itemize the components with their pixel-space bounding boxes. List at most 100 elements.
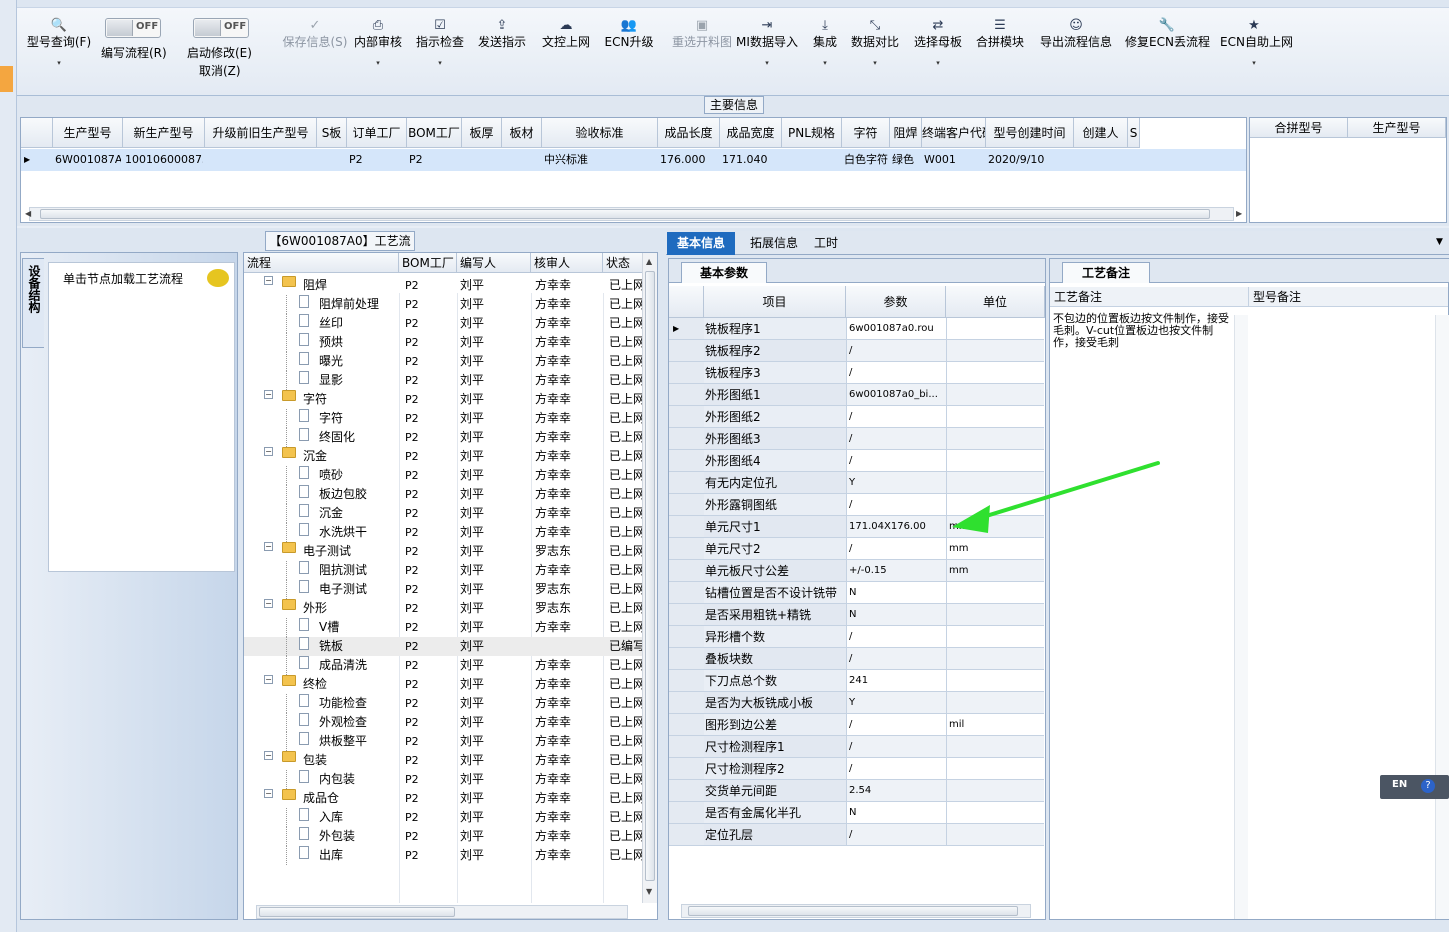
process-header[interactable]: BOM工厂 <box>399 253 457 273</box>
process-row[interactable]: − 字符 P2 刘平 方幸幸 已上网 <box>244 390 644 409</box>
process-row[interactable]: 沉金 P2 刘平 方幸幸 已上网 <box>244 504 644 523</box>
param-value[interactable]: / <box>846 736 946 758</box>
row-selector[interactable] <box>669 516 704 538</box>
main-info-header[interactable]: 生产型号 <box>53 118 123 148</box>
param-value[interactable]: / <box>846 406 946 428</box>
process-row[interactable]: 外包装 P2 刘平 方幸幸 已上网 <box>244 827 644 846</box>
param-row[interactable]: 是否为大板铣成小板 Y <box>669 692 1045 714</box>
process-notes-text[interactable]: 不包边的位置板边按文件制作，接受毛刺。V-cut位置板边也按文件制作，接受毛刺 <box>1053 313 1233 349</box>
process-row[interactable]: 烘板整平 P2 刘平 方幸幸 已上网 <box>244 732 644 751</box>
main-info-header[interactable]: BOM工厂 <box>407 118 462 148</box>
process-row[interactable]: 丝印 P2 刘平 方幸幸 已上网 <box>244 314 644 333</box>
row-selector[interactable] <box>669 538 704 560</box>
param-value[interactable]: / <box>846 824 946 846</box>
process-row[interactable]: 成品清洗 P2 刘平 方幸幸 已上网 <box>244 656 644 675</box>
process-row[interactable]: − 成品仓 P2 刘平 方幸幸 已上网 <box>244 789 644 808</box>
toolbar-button-0[interactable]: 🔍 型号查询(F) ▾ <box>25 18 93 70</box>
process-row[interactable]: − 阻焊 P2 刘平 方幸幸 已上网 <box>244 276 644 295</box>
param-row[interactable]: 铣板程序3/ <box>669 362 1045 384</box>
chevron-down-icon[interactable]: ▾ <box>25 56 93 70</box>
param-value[interactable]: / <box>846 626 946 648</box>
main-info-header[interactable]: S <box>1128 118 1140 148</box>
param-row[interactable]: 叠板块数 / <box>669 648 1045 670</box>
main-info-header[interactable]: PNL规格 <box>782 118 842 148</box>
row-selector[interactable] <box>669 736 704 758</box>
main-info-header[interactable]: 订单工厂 <box>347 118 407 148</box>
main-info-header[interactable]: 成品宽度 <box>720 118 782 148</box>
row-selector[interactable] <box>669 758 704 780</box>
param-value[interactable]: 6w001087a0_bi... <box>846 384 946 406</box>
toolbar-button-3[interactable]: ☑ 指示检查 ▾ <box>415 18 465 70</box>
params-header[interactable]: 项目 <box>704 286 846 318</box>
param-value[interactable]: / <box>846 758 946 780</box>
chevron-down-icon[interactable]: ▾ <box>735 56 799 70</box>
process-row[interactable]: − 外形 P2 刘平 罗志东 已上网 <box>244 599 644 618</box>
tab-work-hours[interactable]: 工时 <box>811 232 841 255</box>
cancel-modify-button[interactable]: 取消(Z) <box>199 62 241 79</box>
row-selector[interactable] <box>669 604 704 626</box>
param-row[interactable]: 是否采用粗铣+精铣 N <box>669 604 1045 626</box>
process-row[interactable]: − 包装 P2 刘平 方幸幸 已上网 <box>244 751 644 770</box>
param-row[interactable]: 单元板尺寸公差 +/-0.15 mm <box>669 560 1045 582</box>
chevron-down-icon[interactable]: ▾ <box>353 56 403 70</box>
toolbar-button-12[interactable]: ☰ 合拼模块 <box>975 18 1025 56</box>
process-row[interactable]: 电子测试 P2 刘平 罗志东 已上网 <box>244 580 644 599</box>
toolbar-button-8[interactable]: ⇥ MI数据导入 ▾ <box>735 18 799 70</box>
main-info-hscroll[interactable] <box>29 207 1234 221</box>
params-header[interactable]: 单位 <box>946 286 1045 318</box>
main-info-header[interactable]: 字符 <box>842 118 890 148</box>
toolbar-button-14[interactable]: 🔧 修复ECN丢流程 <box>1125 18 1210 56</box>
process-row[interactable]: 铣板 P2 刘平 已编写 <box>244 637 644 656</box>
process-row[interactable]: 水洗烘干 P2 刘平 方幸幸 已上网 <box>244 523 644 542</box>
process-header[interactable]: 状态 <box>603 253 645 273</box>
process-row[interactable]: − 终检 P2 刘平 方幸幸 已上网 <box>244 675 644 694</box>
merge-model-header[interactable]: 合拼型号 <box>1250 118 1348 138</box>
process-row[interactable]: 板边包胶 P2 刘平 方幸幸 已上网 <box>244 485 644 504</box>
process-row[interactable]: 终固化 P2 刘平 方幸幸 已上网 <box>244 428 644 447</box>
row-selector[interactable] <box>669 384 704 406</box>
process-header[interactable]: 编写人 <box>457 253 531 273</box>
main-info-header[interactable]: 升级前旧生产型号 <box>205 118 317 148</box>
process-hscroll[interactable] <box>256 905 628 919</box>
process-row[interactable]: 曝光 P2 刘平 方幸幸 已上网 <box>244 352 644 371</box>
row-selector[interactable] <box>669 780 704 802</box>
process-vscroll[interactable]: ▲ ▼ <box>642 253 657 903</box>
toolbar-button-7[interactable]: ▣ 重选开料图 <box>661 18 743 56</box>
chevron-down-icon[interactable]: ▾ <box>913 56 963 70</box>
process-row[interactable]: 入库 P2 刘平 方幸幸 已上网 <box>244 808 644 827</box>
toolbar-button-10[interactable]: ⤡ 数据对比 ▾ <box>849 18 901 70</box>
toolbar-button-6[interactable]: 👥 ECN升级 <box>604 18 654 56</box>
tab-extended-info[interactable]: 拓展信息 <box>744 232 804 255</box>
param-row[interactable]: 是否有金属化半孔 N <box>669 802 1045 824</box>
model-notes-vscroll[interactable] <box>1435 315 1449 919</box>
process-row[interactable]: 预烘 P2 刘平 方幸幸 已上网 <box>244 333 644 352</box>
equipment-structure-tab[interactable]: 设备结构 <box>22 258 44 348</box>
process-row[interactable]: 阻焊前处理 P2 刘平 方幸幸 已上网 <box>244 295 644 314</box>
toolbar-button-5[interactable]: ☁ 文控上网 <box>541 18 591 56</box>
param-row[interactable]: 图形到边公差 / mil <box>669 714 1045 736</box>
param-row[interactable]: 外形图纸3/ <box>669 428 1045 450</box>
param-row[interactable]: 铣板程序2/ <box>669 340 1045 362</box>
param-row[interactable]: 尺寸检测程序2/ <box>669 758 1045 780</box>
process-header[interactable]: 核审人 <box>531 253 603 273</box>
process-row[interactable]: 功能检查 P2 刘平 方幸幸 已上网 <box>244 694 644 713</box>
chevron-down-icon[interactable]: ▾ <box>415 56 465 70</box>
tab-basic-params[interactable]: 基本参数 <box>681 262 767 283</box>
main-info-header[interactable]: 新生产型号 <box>123 118 205 148</box>
toolbar-button-15[interactable]: ★ ECN自助上网 ▾ <box>1220 18 1293 70</box>
params-hscroll[interactable] <box>681 904 1031 918</box>
chevron-down-icon[interactable]: ▾ <box>810 56 840 70</box>
process-row[interactable]: 显影 P2 刘平 方幸幸 已上网 <box>244 371 644 390</box>
row-selector[interactable] <box>669 406 704 428</box>
toolbar-button-11[interactable]: ⇄ 选择母板 ▾ <box>913 18 963 70</box>
main-info-header[interactable]: 型号创建时间 <box>986 118 1074 148</box>
param-value[interactable]: / <box>846 714 946 736</box>
main-info-header[interactable]: S板 <box>317 118 347 148</box>
process-notes-vscroll[interactable] <box>1234 315 1248 919</box>
process-row[interactable]: 喷砂 P2 刘平 方幸幸 已上网 <box>244 466 644 485</box>
toolbar-button-13[interactable]: ☺ 导出流程信息 <box>1038 18 1114 56</box>
row-selector[interactable] <box>669 340 704 362</box>
help-icon[interactable]: ? <box>1421 779 1435 793</box>
row-selector[interactable] <box>669 648 704 670</box>
row-selector[interactable] <box>669 428 704 450</box>
